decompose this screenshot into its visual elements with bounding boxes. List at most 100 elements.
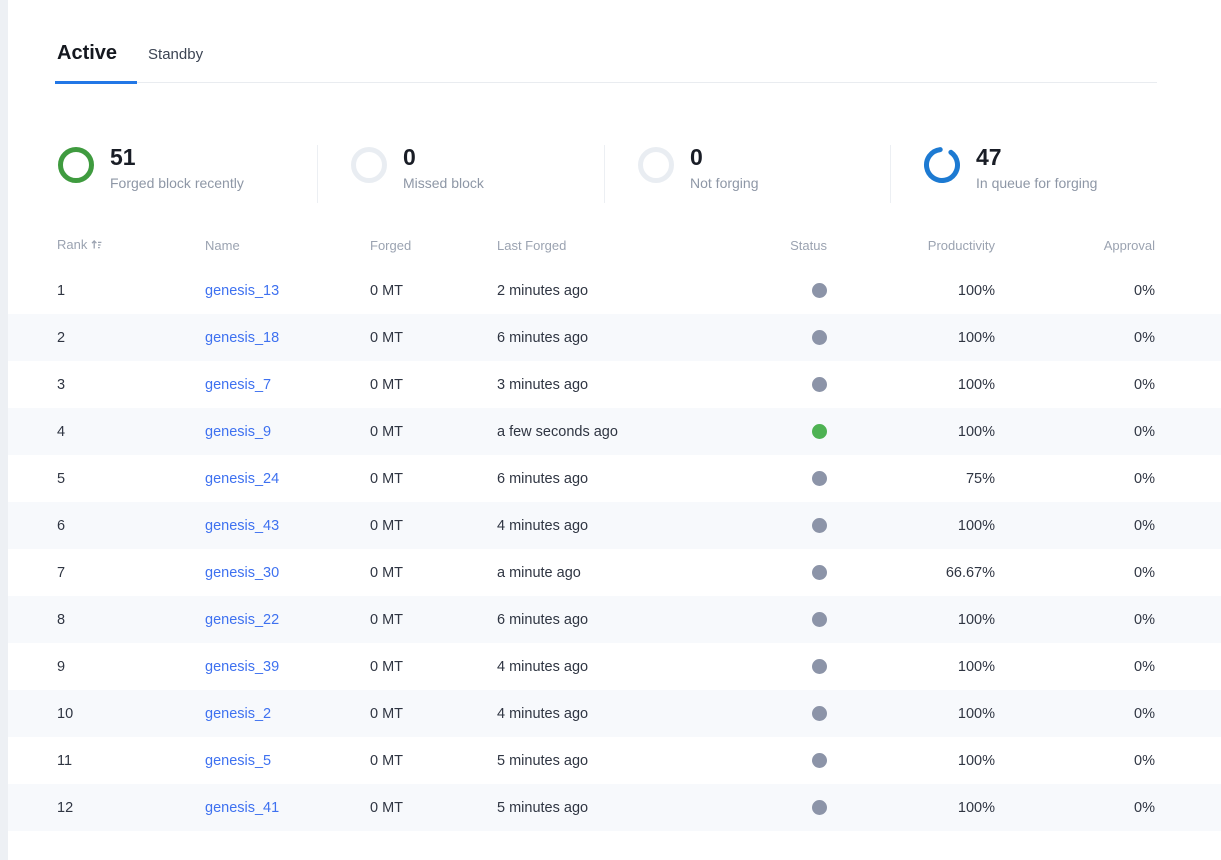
approval-cell: 0% [995,784,1221,831]
status-dot [812,659,827,674]
forged-cell: 0 MT [370,502,497,549]
rank-cell: 8 [8,596,205,643]
delegates-panel: Active Standby 51 Forged block recently … [8,0,1221,860]
productivity-cell: 66.67% [827,549,995,596]
column-header-forged: Forged [370,223,497,267]
approval-cell: 0% [995,596,1221,643]
forged-cell: 0 MT [370,549,497,596]
delegate-link[interactable]: genesis_43 [205,518,279,534]
rank-cell: 11 [8,737,205,784]
delegate-link[interactable]: genesis_18 [205,330,279,346]
delegate-link[interactable]: genesis_2 [205,706,271,722]
name-cell: genesis_22 [205,596,370,643]
productivity-cell: 100% [827,643,995,690]
forged-cell: 0 MT [370,361,497,408]
status-cell [737,784,827,831]
approval-cell: 0% [995,267,1221,314]
approval-cell: 0% [995,643,1221,690]
delegate-link[interactable]: genesis_41 [205,800,279,816]
table-header-row: Rank Name Forged Last Forged Status Prod… [8,223,1221,267]
status-cell [737,549,827,596]
delegate-link[interactable]: genesis_39 [205,659,279,675]
name-cell: genesis_39 [205,643,370,690]
productivity-cell: 100% [827,596,995,643]
status-cell [737,643,827,690]
last-forged-cell: a few seconds ago [497,408,737,455]
delegate-link[interactable]: genesis_30 [205,565,279,581]
status-dot [812,753,827,768]
last-forged-cell: 2 minutes ago [497,267,737,314]
stat-label: In queue for forging [976,175,1097,191]
name-cell: genesis_41 [205,784,370,831]
delegate-link[interactable]: genesis_5 [205,753,271,769]
status-cell [737,596,827,643]
status-cell [737,737,827,784]
column-header-productivity: Productivity [827,223,995,267]
approval-cell: 0% [995,408,1221,455]
tab-standby[interactable]: Standby [148,46,203,80]
delegates-table: Rank Name Forged Last Forged Status Prod… [8,223,1221,831]
column-header-last-forged: Last Forged [497,223,737,267]
tab-active[interactable]: Active [57,42,117,82]
table-row: 7 genesis_30 0 MT a minute ago 66.67% 0% [8,549,1221,596]
delegate-link[interactable]: genesis_9 [205,424,271,440]
table-row: 5 genesis_24 0 MT 6 minutes ago 75% 0% [8,455,1221,502]
sort-ascending-icon[interactable] [91,238,102,253]
tab-active-label: Active [57,42,117,64]
stat-missed-block: 0 Missed block [317,145,604,203]
delegate-link[interactable]: genesis_22 [205,612,279,628]
delegate-link[interactable]: genesis_24 [205,471,279,487]
last-forged-cell: 6 minutes ago [497,314,737,361]
table-row: 2 genesis_18 0 MT 6 minutes ago 100% 0% [8,314,1221,361]
productivity-cell: 100% [827,502,995,549]
column-header-rank[interactable]: Rank [8,223,205,267]
delegate-link[interactable]: genesis_13 [205,283,279,299]
table-row: 10 genesis_2 0 MT 4 minutes ago 100% 0% [8,690,1221,737]
name-cell: genesis_5 [205,737,370,784]
status-cell [737,690,827,737]
status-dot [812,424,827,439]
stat-value: 47 [976,145,1097,170]
column-header-status: Status [737,223,827,267]
forged-cell: 0 MT [370,690,497,737]
rank-cell: 2 [8,314,205,361]
productivity-cell: 100% [827,784,995,831]
last-forged-cell: 5 minutes ago [497,737,737,784]
table-row: 4 genesis_9 0 MT a few seconds ago 100% … [8,408,1221,455]
tab-standby-label: Standby [148,46,203,63]
approval-cell: 0% [995,690,1221,737]
stat-value: 51 [110,145,244,170]
forged-cell: 0 MT [370,267,497,314]
not-forging-ring-icon [637,146,675,184]
column-header-approval: Approval [995,223,1221,267]
name-cell: genesis_24 [205,455,370,502]
tab-bar: Active Standby [57,0,1157,83]
missed-ring-icon [350,146,388,184]
stat-value: 0 [690,145,758,170]
table-row: 8 genesis_22 0 MT 6 minutes ago 100% 0% [8,596,1221,643]
status-cell [737,267,827,314]
status-cell [737,314,827,361]
name-cell: genesis_30 [205,549,370,596]
productivity-cell: 75% [827,455,995,502]
rank-cell: 10 [8,690,205,737]
approval-cell: 0% [995,361,1221,408]
forged-cell: 0 MT [370,784,497,831]
queue-ring-icon [923,146,961,184]
table-row: 6 genesis_43 0 MT 4 minutes ago 100% 0% [8,502,1221,549]
last-forged-cell: 4 minutes ago [497,643,737,690]
stat-not-forging: 0 Not forging [604,145,890,203]
last-forged-cell: 5 minutes ago [497,784,737,831]
delegate-link[interactable]: genesis_7 [205,377,271,393]
status-dot [812,471,827,486]
status-dot [812,518,827,533]
rank-cell: 5 [8,455,205,502]
forged-ring-icon [57,146,95,184]
forged-cell: 0 MT [370,408,497,455]
rank-cell: 9 [8,643,205,690]
stat-forged-recently: 51 Forged block recently [57,145,317,203]
rank-cell: 7 [8,549,205,596]
name-cell: genesis_9 [205,408,370,455]
approval-cell: 0% [995,502,1221,549]
status-dot [812,706,827,721]
